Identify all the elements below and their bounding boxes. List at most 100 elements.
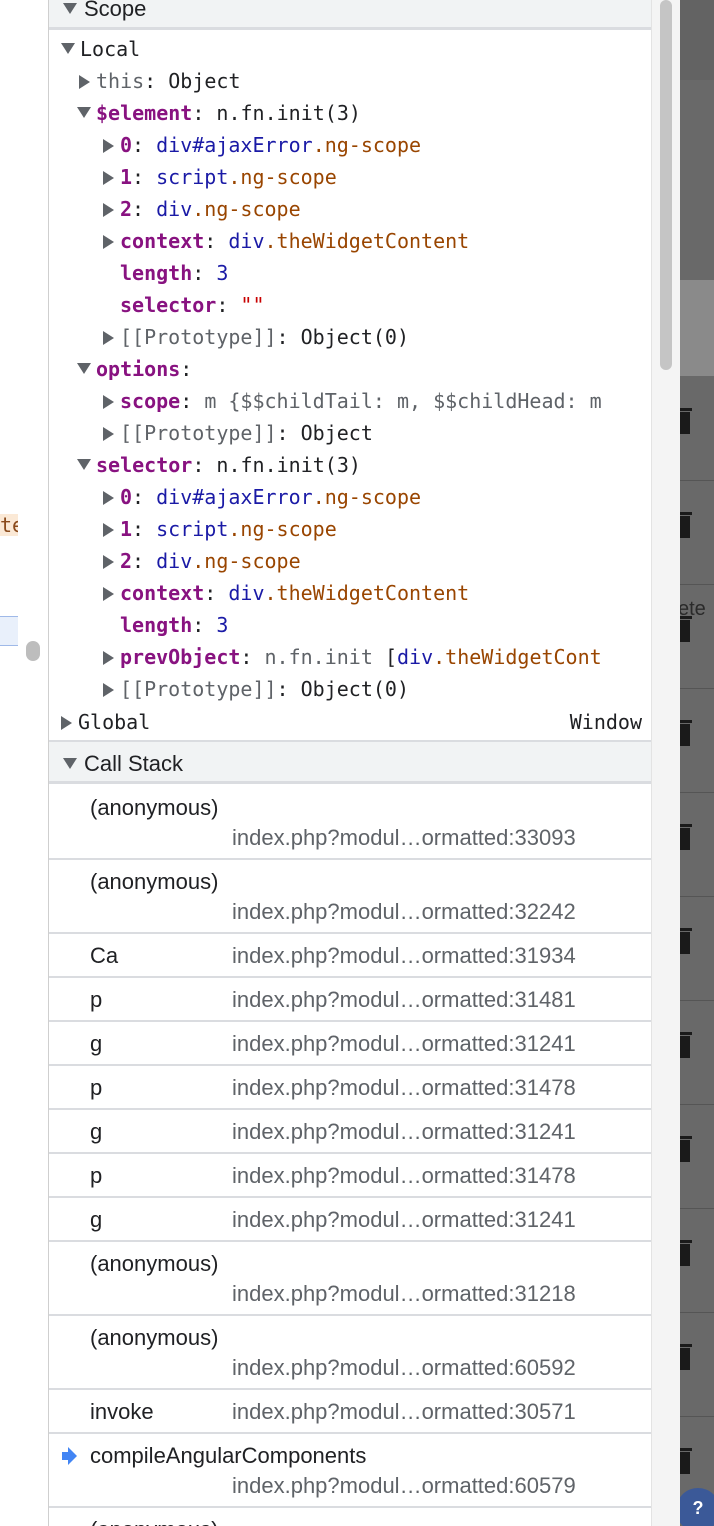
frame-function: (anonymous)	[90, 1251, 219, 1276]
call-frame[interactable]: (anonymous) index.php?modul…ormatted:3224…	[49, 860, 651, 934]
prop-value: Object(0)	[300, 677, 410, 701]
scope-local[interactable]: Local	[49, 33, 651, 65]
call-frame[interactable]: g index.php?modul…ormatted:31241	[49, 1110, 651, 1154]
frame-location[interactable]: index.php?modul…ormatted:31241	[232, 1119, 576, 1145]
call-frame[interactable]: g index.php?modul…ormatted:31241	[49, 1022, 651, 1066]
trash-icon[interactable]	[680, 824, 692, 850]
call-frame[interactable]: g index.php?modul…ormatted:31241	[49, 1198, 651, 1242]
expand-arrow-icon	[103, 683, 114, 697]
trash-icon[interactable]	[680, 1448, 692, 1474]
tree-row-this[interactable]: this: Object	[49, 65, 651, 97]
prop-key: options	[96, 357, 181, 381]
expand-arrow-icon	[103, 139, 114, 153]
frame-location[interactable]: index.php?modul…ormatted:60579	[232, 1473, 576, 1499]
prop-key: [[Prototype]]	[120, 325, 277, 349]
trash-icon[interactable]	[680, 512, 692, 538]
scope-global[interactable]: Global Window	[49, 706, 651, 738]
call-frame[interactable]: compileAngularComponents index.php?modul……	[49, 1434, 651, 1508]
tree-row-selector-1[interactable]: 1: script.ng-scope	[49, 513, 651, 545]
call-frame[interactable]: p index.php?modul…ormatted:31478	[49, 1066, 651, 1110]
scope-section-header[interactable]: Scope	[49, 0, 651, 30]
vertical-scrollbar[interactable]	[651, 0, 680, 1526]
tree-row-selector[interactable]: selector: n.fn.init(3)	[49, 449, 651, 481]
call-stack-header[interactable]: Call Stack	[49, 740, 651, 784]
expand-arrow-icon	[103, 235, 114, 249]
frame-location[interactable]: index.php?modul…ormatted:31934	[232, 943, 576, 969]
tree-row-selector-0[interactable]: 0: div#ajaxError.ng-scope	[49, 481, 651, 513]
call-frame[interactable]: Ca index.php?modul…ormatted:31934	[49, 934, 651, 978]
tree-row-selector-2[interactable]: 2: div.ng-scope	[49, 545, 651, 577]
call-frame[interactable]: p index.php?modul…ormatted:31478	[49, 1154, 651, 1198]
row-divider	[680, 480, 714, 481]
frame-location[interactable]: index.php?modul…ormatted:31241	[232, 1031, 576, 1057]
frame-location[interactable]: index.php?modul…ormatted:60592	[232, 1355, 576, 1381]
expand-arrow-icon	[103, 651, 114, 665]
prop-value: m {$$childTail: m, $$childHead: m	[204, 389, 602, 413]
node-class: .ng-scope	[312, 485, 422, 509]
scope-title: Scope	[84, 0, 147, 21]
background-page: ete ?	[680, 0, 714, 1526]
prop-key: this	[96, 69, 145, 93]
frame-location[interactable]: index.php?modul…ormatted:33093	[232, 825, 576, 851]
tree-row-selector-prevobject[interactable]: prevObject: n.fn.init [div.theWidgetCont	[49, 641, 651, 673]
tree-row-options[interactable]: options:	[49, 353, 651, 385]
expand-arrow-icon	[103, 395, 114, 409]
frame-location[interactable]: index.php?modul…ormatted:30571	[232, 1399, 576, 1425]
node-class: .theWidgetContent	[264, 581, 470, 605]
trash-icon[interactable]	[680, 616, 692, 642]
frame-location[interactable]: index.php?modul…ormatted:31478	[232, 1075, 576, 1101]
tree-row-element-1[interactable]: 1: script.ng-scope	[49, 161, 651, 193]
frame-location[interactable]: index.php?modul…ormatted:31481	[232, 987, 576, 1013]
prop-key: scope	[120, 389, 181, 413]
frame-function: invoke	[90, 1399, 154, 1424]
frame-location[interactable]: index.php?modul…ormatted:32242	[232, 899, 576, 925]
scrollbar-thumb[interactable]	[660, 0, 672, 370]
trash-icon[interactable]	[680, 1240, 692, 1266]
tree-row-element[interactable]: $element: n.fn.init(3)	[49, 97, 651, 129]
breakpoint-marker[interactable]	[26, 641, 40, 661]
collapse-triangle-icon	[77, 363, 91, 374]
prop-value: n.fn.init(3)	[216, 101, 361, 125]
trash-icon[interactable]	[680, 928, 692, 954]
tree-row-selector-prototype[interactable]: [[Prototype]]: Object(0)	[49, 673, 651, 705]
global-value: Window	[569, 710, 642, 734]
expand-triangle-icon	[63, 758, 77, 769]
frame-function: (anonymous)	[90, 1517, 218, 1526]
code-fragment: te	[0, 514, 18, 536]
row-divider	[680, 792, 714, 793]
trash-icon[interactable]	[680, 1136, 692, 1162]
call-frame[interactable]: invoke index.php?modul…ormatted:30571	[49, 1390, 651, 1434]
tree-row-options-prototype[interactable]: [[Prototype]]: Object	[49, 417, 651, 449]
frame-location[interactable]: index.php?modul…ormatted:31218	[232, 1281, 576, 1307]
frame-function: p	[90, 1075, 103, 1100]
prop-key: prevObject	[120, 645, 241, 669]
tree-row-element-0[interactable]: 0: div#ajaxError.ng-scope	[49, 129, 651, 161]
frame-location[interactable]: index.php?modul…ormatted:31478	[232, 1163, 576, 1189]
trash-icon[interactable]	[680, 408, 692, 434]
node-id: #ajaxError	[192, 485, 313, 509]
trash-icon[interactable]	[680, 720, 692, 746]
tree-row-options-scope[interactable]: scope: m {$$childTail: m, $$childHead: m	[49, 385, 651, 417]
trash-icon[interactable]	[680, 1344, 692, 1370]
expand-arrow-icon	[79, 75, 90, 89]
node-class: .ng-scope	[192, 197, 301, 221]
tree-row-element-context[interactable]: context: div.theWidgetContent	[49, 225, 651, 257]
call-frame[interactable]: (anonymous) index.php?modul…ormatted:3121…	[49, 1242, 651, 1316]
tree-row-element-prototype[interactable]: [[Prototype]]: Object(0)	[49, 321, 651, 353]
frame-function: Ca	[90, 943, 119, 968]
tree-row-element-2[interactable]: 2: div.ng-scope	[49, 193, 651, 225]
prop-value: Object	[300, 421, 373, 445]
call-frame[interactable]: (anonymous)	[49, 1508, 651, 1526]
call-frame[interactable]: (anonymous) index.php?modul…ormatted:3309…	[49, 786, 651, 860]
prop-key: 1	[120, 165, 133, 189]
prop-key: context	[120, 229, 205, 253]
prop-value: n.fn.init	[264, 645, 373, 669]
call-frame[interactable]: p index.php?modul…ormatted:31481	[49, 978, 651, 1022]
row-divider	[680, 688, 714, 689]
call-frame[interactable]: (anonymous) index.php?modul…ormatted:6059…	[49, 1316, 651, 1390]
help-button[interactable]: ?	[680, 1488, 714, 1526]
trash-icon[interactable]	[680, 1032, 692, 1058]
frame-location[interactable]: index.php?modul…ormatted:31241	[232, 1207, 576, 1233]
prop-key: $element	[96, 101, 193, 125]
tree-row-selector-context[interactable]: context: div.theWidgetContent	[49, 577, 651, 609]
